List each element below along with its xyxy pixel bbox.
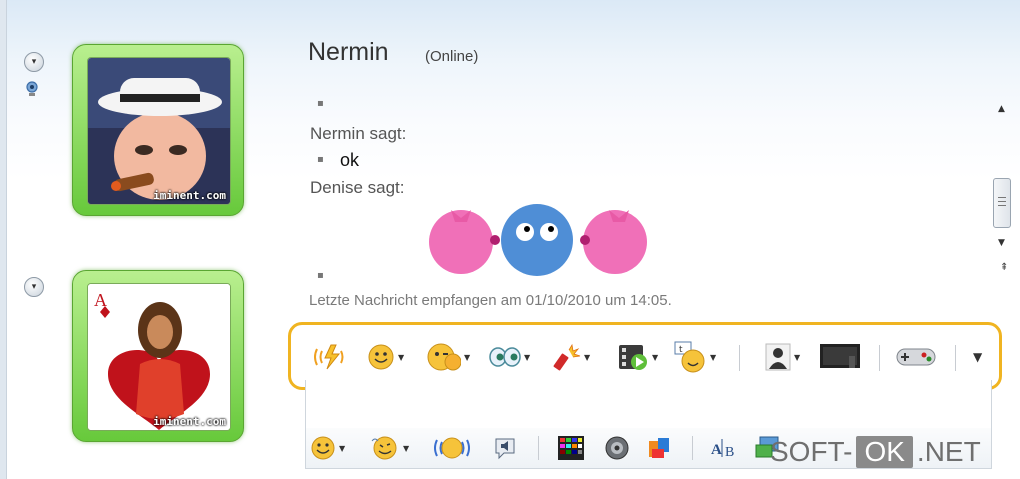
colors-icon xyxy=(558,436,584,460)
translate-icon: A B xyxy=(711,439,734,460)
input-notch xyxy=(285,392,303,416)
user-avatar[interactable]: A iminent.com xyxy=(72,270,244,442)
window-left-border xyxy=(0,0,7,479)
avatar-brand-text: iminent.com xyxy=(153,189,226,202)
svg-text:A: A xyxy=(711,442,722,458)
contact-name: Nermin xyxy=(308,38,389,66)
contact-avatar[interactable]: iminent.com xyxy=(72,44,244,216)
voice-button[interactable] xyxy=(604,434,630,462)
message-sender: Nermin sagt: xyxy=(310,124,407,143)
collapse-contact-button[interactable]: ▾ xyxy=(24,52,44,72)
eyes-button[interactable]: ▼ xyxy=(489,342,530,372)
games-button[interactable] xyxy=(895,342,937,372)
translate-button[interactable]: A B xyxy=(710,434,740,462)
webcam-icon[interactable] xyxy=(25,80,39,98)
last-message-info: Letzte Nachricht empfangen am 01/10/2010… xyxy=(309,292,672,309)
gamepad-icon xyxy=(896,348,936,366)
toolbar-separator xyxy=(538,436,539,460)
watermark-part3: .NET xyxy=(916,436,981,467)
scroll-up-arrow-icon[interactable]: ▲ xyxy=(998,104,1005,114)
sound-button[interactable] xyxy=(492,434,518,462)
watermark-part1: SOFT- xyxy=(770,436,853,467)
toolbar-separator xyxy=(879,345,880,371)
message-text: ok xyxy=(340,150,360,170)
nudge-icon xyxy=(314,344,344,370)
svg-text:B: B xyxy=(725,445,734,460)
scroll-down-arrow-icon[interactable]: ▼ xyxy=(998,238,1005,248)
smiley-dropdown-icon[interactable]: ▼ xyxy=(339,444,345,453)
conversation-history[interactable]: ▪ Nermin sagt: ▪ ok Denise sagt: ▪ Letzt… xyxy=(305,90,985,315)
paint-icon xyxy=(649,438,669,458)
emoticon-icon xyxy=(368,344,394,370)
colors-button[interactable] xyxy=(558,434,584,462)
eyes-icon xyxy=(489,347,521,367)
speech-dropdown-icon[interactable]: ▼ xyxy=(710,353,716,362)
contact-status: (Online) xyxy=(425,48,479,65)
card-lady-avatar-icon: A xyxy=(88,284,230,430)
bouncing-smiley-button[interactable] xyxy=(432,434,472,462)
avatar-brand-text: iminent.com xyxy=(153,415,226,428)
wink-icon xyxy=(427,343,461,371)
toolbar-separator xyxy=(739,345,740,371)
nudge-button[interactable] xyxy=(311,342,347,372)
contact-avatar-image: iminent.com xyxy=(87,57,231,205)
collapse-self-button[interactable]: ▾ xyxy=(24,277,44,297)
contact-icon xyxy=(765,343,791,371)
message-bullet: ▪ xyxy=(317,270,324,281)
contact-card-button[interactable]: ▼ xyxy=(765,342,800,372)
smiley-button[interactable]: ▼ xyxy=(310,434,345,462)
speech-button[interactable]: t ▼ xyxy=(673,341,716,373)
scroll-thumb[interactable] xyxy=(993,178,1011,228)
message-bullet: ▪ xyxy=(317,98,324,109)
site-watermark: SOFT- OK .NET xyxy=(770,436,981,468)
video-dropdown-icon[interactable]: ▼ xyxy=(652,353,658,362)
more-button[interactable]: ▼ xyxy=(973,342,982,372)
more-icon: ▼ xyxy=(973,350,983,364)
firework-button[interactable]: ▼ xyxy=(551,342,590,372)
dancing-smiley-button[interactable]: ▼ xyxy=(370,434,409,462)
contact-dropdown-icon[interactable]: ▼ xyxy=(794,353,800,362)
toolbar-separator xyxy=(955,345,956,371)
watermark-part2: OK xyxy=(856,436,913,468)
share-screen-button[interactable] xyxy=(819,342,861,372)
voice-icon xyxy=(605,436,629,460)
screen-icon xyxy=(820,344,860,368)
sound-icon xyxy=(495,438,515,460)
message-bullet: ▪ xyxy=(317,154,324,165)
dancing-smiley-icon xyxy=(371,436,397,460)
user-avatar-image: A iminent.com xyxy=(87,283,231,431)
dancing-smiley-dropdown-icon[interactable]: ▼ xyxy=(403,444,409,453)
video-button[interactable]: ▼ xyxy=(617,342,658,372)
message-sender: Denise sagt: xyxy=(310,178,405,197)
message-input[interactable] xyxy=(305,380,992,429)
smiley-icon xyxy=(311,436,335,460)
bouncing-smiley-icon xyxy=(434,437,470,459)
emoticon-dropdown-icon[interactable]: ▼ xyxy=(398,353,404,362)
paint-button[interactable] xyxy=(646,434,672,462)
toolbar-separator xyxy=(692,436,693,460)
pane-splitter-icon[interactable]: ⇞ xyxy=(1000,262,1008,273)
eyes-dropdown-icon[interactable]: ▼ xyxy=(524,353,530,362)
gangster-avatar-icon xyxy=(88,58,230,204)
speech-icon: t xyxy=(674,341,705,373)
wink-button[interactable]: ▼ xyxy=(427,342,470,372)
firework-icon xyxy=(553,343,581,371)
animated-emoticon-icon xyxy=(429,204,647,276)
firework-dropdown-icon[interactable]: ▼ xyxy=(584,353,590,362)
emoticon-button[interactable]: ▼ xyxy=(367,342,404,372)
wink-dropdown-icon[interactable]: ▼ xyxy=(464,353,470,362)
video-icon xyxy=(619,345,647,370)
svg-text:t: t xyxy=(679,345,683,355)
